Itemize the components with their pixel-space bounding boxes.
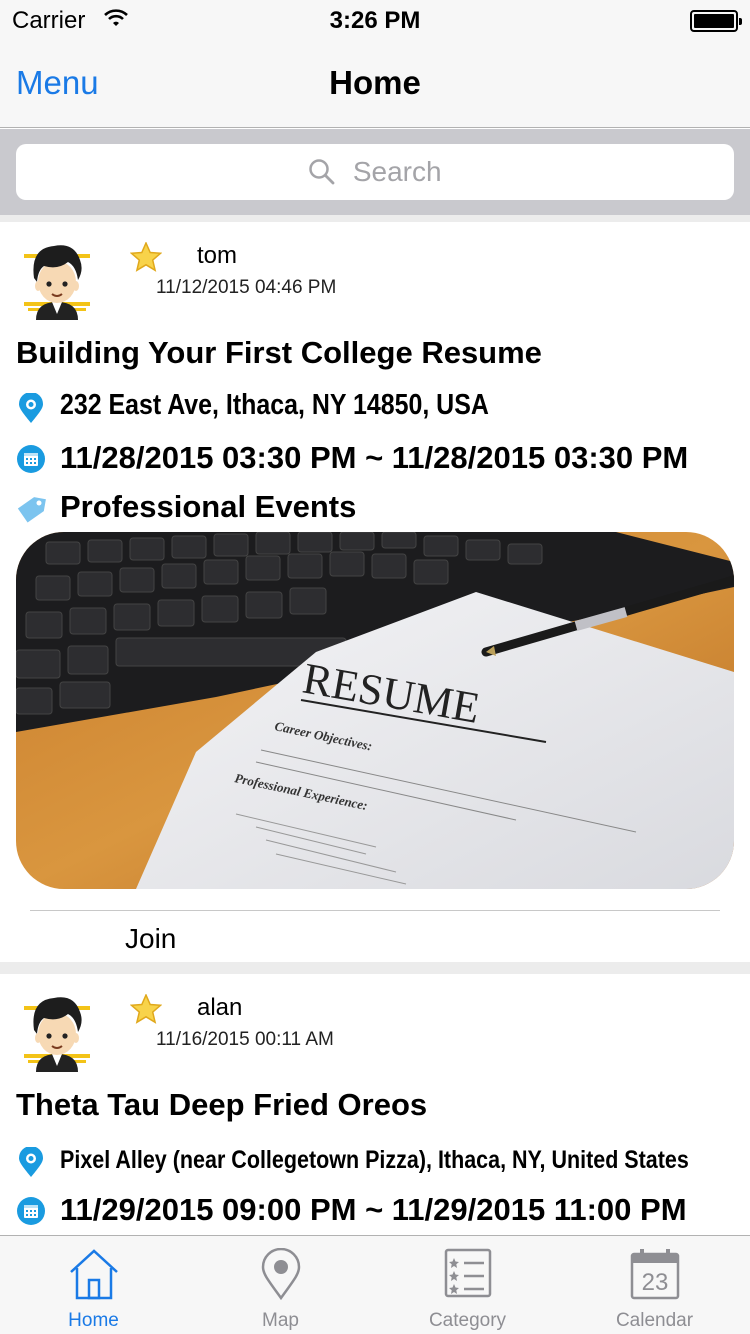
event-card[interactable]: tom 11/12/2015 04:46 PM Building Your Fi… bbox=[0, 222, 750, 962]
tab-bar: Home Map Category 23 Calendar bbox=[0, 1235, 750, 1334]
category-list-icon bbox=[444, 1248, 491, 1298]
event-title[interactable]: Building Your First College Resume bbox=[16, 335, 542, 371]
search-placeholder: Search bbox=[352, 156, 442, 187]
tab-label: Calendar bbox=[615, 1310, 694, 1331]
calendar-icon: 23 bbox=[630, 1249, 679, 1300]
tab-map[interactable]: Map bbox=[187, 1236, 374, 1334]
tab-label: Category bbox=[428, 1310, 507, 1331]
event-card[interactable]: alan 11/16/2015 00:11 AM Theta Tau Deep … bbox=[0, 974, 750, 1235]
page-title: Home bbox=[329, 64, 421, 101]
user-avatar[interactable] bbox=[18, 992, 96, 1072]
home-icon bbox=[69, 1249, 118, 1300]
username[interactable]: alan bbox=[197, 994, 242, 1022]
event-time-range: 11/28/2015 03:30 PM ~ 11/28/2015 03:30 P… bbox=[60, 440, 689, 475]
calendar-small-icon bbox=[17, 1197, 45, 1225]
event-title[interactable]: Theta Tau Deep Fried Oreos bbox=[16, 1087, 427, 1123]
event-feed[interactable]: tom 11/12/2015 04:46 PM Building Your Fi… bbox=[0, 215, 750, 1235]
event-category[interactable]: Professional Events bbox=[60, 489, 356, 525]
tab-category[interactable]: Category bbox=[374, 1236, 561, 1334]
search-bar: Search bbox=[0, 129, 750, 215]
search-input[interactable]: Search bbox=[16, 144, 734, 200]
calendar-day: 23 bbox=[641, 1269, 668, 1296]
tag-icon bbox=[17, 497, 46, 523]
star-icon[interactable] bbox=[130, 242, 162, 272]
tab-calendar[interactable]: 23 Calendar bbox=[561, 1236, 748, 1334]
event-location: Pixel Alley (near Collegetown Pizza), It… bbox=[60, 1146, 689, 1174]
calendar-small-icon bbox=[17, 445, 45, 473]
battery-icon bbox=[690, 10, 742, 32]
search-icon bbox=[309, 159, 335, 185]
tab-home[interactable]: Home bbox=[0, 1236, 187, 1334]
post-timestamp: 11/12/2015 04:46 PM bbox=[156, 277, 337, 298]
resume-photo: RESUME Career Objectives: Professional E… bbox=[16, 532, 734, 889]
status-bar: Carrier 3:26 PM bbox=[0, 0, 750, 40]
post-timestamp: 11/16/2015 00:11 AM bbox=[156, 1029, 334, 1050]
location-pin-icon bbox=[19, 393, 43, 423]
navigation-bar: Menu Home bbox=[0, 40, 750, 128]
divider bbox=[30, 910, 720, 911]
user-avatar[interactable] bbox=[18, 240, 96, 320]
event-location: 232 East Ave, Ithaca, NY 14850, USA bbox=[60, 389, 489, 421]
username[interactable]: tom bbox=[197, 242, 237, 270]
event-image[interactable]: RESUME Career Objectives: Professional E… bbox=[16, 532, 734, 889]
star-icon[interactable] bbox=[130, 994, 162, 1024]
tab-label: Map bbox=[262, 1310, 299, 1331]
join-button[interactable]: Join bbox=[125, 923, 176, 955]
event-time-range: 11/29/2015 09:00 PM ~ 11/29/2015 11:00 P… bbox=[60, 1192, 687, 1227]
map-pin-icon bbox=[261, 1248, 300, 1300]
tab-label: Home bbox=[68, 1310, 119, 1331]
location-pin-icon bbox=[19, 1147, 43, 1177]
status-time: 3:26 PM bbox=[329, 7, 421, 34]
